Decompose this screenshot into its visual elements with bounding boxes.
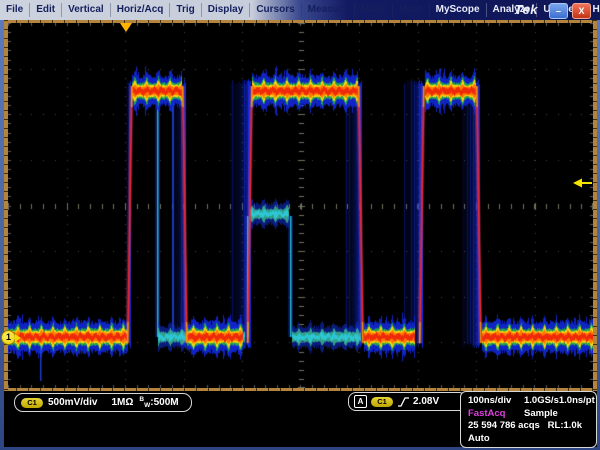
menu-trig[interactable]: Trig (170, 3, 201, 17)
graticule-frame-right (593, 20, 597, 391)
record-length-value: RL:1.0k (548, 420, 582, 433)
resolution-value: 1.0ns/pt (559, 395, 595, 408)
trigger-position-marker[interactable] (120, 23, 132, 32)
channel1-impedance: 1MΩ (111, 397, 133, 408)
menu-myscope[interactable]: MyScope (430, 3, 487, 17)
channel1-readout[interactable]: C1 500mV/div 1MΩ BW:500M (14, 393, 192, 412)
trigger-mode-value: Auto (468, 433, 490, 446)
channel1-badge: C1 (21, 398, 43, 408)
channel1-marker-arrow (15, 334, 21, 342)
trigger-source-badge: A (354, 395, 367, 408)
channel1-scale: 500mV/div (48, 397, 97, 408)
menu-bar: File Edit Vertical Horiz/Acq Trig Displa… (0, 0, 600, 20)
menu-vertical[interactable]: Vertical (62, 3, 111, 17)
trigger-channel-badge: C1 (371, 397, 393, 407)
close-button[interactable]: X (572, 3, 591, 19)
acq-count-row: 25 594 786 acqs RL:1.0k (468, 420, 589, 433)
minimize-button[interactable]: – (549, 3, 568, 19)
menu-measure[interactable]: Measure (302, 3, 356, 17)
fastacq-status: FastAcq (468, 408, 524, 421)
oscilloscope-screen: { "menu": { "items": ["File","Edit","Ver… (0, 0, 600, 450)
menu-display[interactable]: Display (202, 3, 251, 17)
horizontal-acquisition-readout[interactable]: 100ns/div 1.0GS/s 1.0ns/pt FastAcq Sampl… (460, 391, 597, 448)
acq-style-value: Sample (524, 408, 558, 421)
trigger-mode-row: Auto (468, 433, 589, 446)
waveform-display (8, 23, 593, 388)
channel1-marker[interactable]: 1 (1, 330, 16, 345)
menu-horiz-acq[interactable]: Horiz/Acq (111, 3, 171, 17)
channel1-bandwidth: BW:500M (139, 396, 178, 409)
acq-count-value: 25 594 786 acqs (468, 420, 540, 433)
menu-edit[interactable]: Edit (30, 3, 62, 17)
menu-math[interactable]: Math (393, 3, 429, 17)
timebase-value: 100ns/div (468, 395, 524, 408)
trigger-readout[interactable]: A C1 2.08V (348, 392, 467, 411)
acq-mode-row: FastAcq Sample (468, 408, 589, 421)
tek-logo: Tek (515, 2, 538, 17)
menu-file[interactable]: File (0, 3, 30, 17)
trigger-level-value: 2.08V (413, 396, 439, 407)
menu-cursors[interactable]: Cursors (250, 3, 301, 17)
menu-mask[interactable]: Mask (355, 3, 393, 17)
sample-rate-value: 1.0GS/s (524, 395, 559, 408)
rising-edge-icon (397, 396, 410, 408)
timebase-row: 100ns/div 1.0GS/s 1.0ns/pt (468, 395, 589, 408)
trigger-level-marker[interactable] (572, 177, 593, 189)
